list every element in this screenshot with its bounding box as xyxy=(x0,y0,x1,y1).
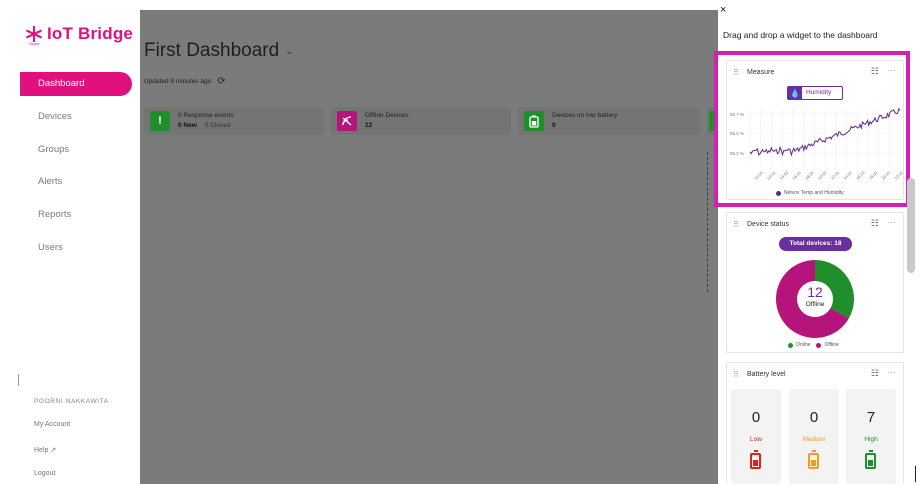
battery-high-tile: 7 High xyxy=(846,389,896,484)
battery-medium-tile: 0 Medium xyxy=(789,389,839,484)
sidebar-item-users[interactable]: Users xyxy=(20,236,132,260)
my-account-link[interactable]: My Account xyxy=(34,421,70,428)
legend-swatch-offline xyxy=(816,342,822,348)
summary-card-battery[interactable]: Devices on low battery 0 xyxy=(518,107,700,135)
logout-link[interactable]: Logout xyxy=(34,470,55,477)
card-label: Devices on low battery xyxy=(552,112,618,119)
dashboard-main-overlay: First Dashboard ⌄ Updated 9 minutes ago … xyxy=(140,10,718,484)
battery-high-label: High xyxy=(864,436,878,443)
donut-center-label: Offline xyxy=(805,301,825,308)
settings-sliders-icon[interactable]: ☷ xyxy=(871,218,879,229)
sidebar-item-devices[interactable]: Devices xyxy=(20,105,132,129)
alert-icon: ! xyxy=(150,111,170,131)
legend-online: Online xyxy=(796,342,811,348)
drag-handle-icon[interactable]: ⠿ xyxy=(733,370,739,379)
battery-low-tile: 0 Low xyxy=(731,389,781,484)
donut-legend: Online Offline xyxy=(788,342,839,348)
battery-medium-count: 0 xyxy=(809,409,819,426)
sidebar-item-dashboard[interactable]: Dashboard xyxy=(20,72,132,96)
card-label: Offline Devices xyxy=(365,112,409,119)
widget-title: Device status xyxy=(747,221,790,228)
battery-medium-icon xyxy=(808,450,819,469)
text-cursor xyxy=(915,466,916,482)
summary-card-response[interactable]: ! 0 Response events 0 New 0 Closed xyxy=(144,107,324,135)
panel-scrollbar[interactable] xyxy=(907,178,915,273)
sidebar-item-groups[interactable]: Groups xyxy=(20,138,132,162)
page-title[interactable]: First Dashboard ⌄ xyxy=(144,40,294,62)
spark-star-icon xyxy=(26,26,42,42)
battery-medium-label: Medium xyxy=(802,436,826,443)
card-value: 12 xyxy=(365,122,373,129)
card-label: 0 Response events xyxy=(178,112,234,119)
divider xyxy=(18,374,19,386)
summary-card-offline[interactable]: Offline Devices 12 xyxy=(331,107,511,135)
help-link[interactable]: Help ↗ xyxy=(34,446,56,454)
updated-status: Updated 9 minutes ago ⟳ xyxy=(144,76,226,87)
updated-text: Updated 9 minutes ago xyxy=(144,78,212,85)
more-options-icon[interactable]: ··· xyxy=(887,367,896,377)
battery-low-label: Low xyxy=(750,436,762,443)
selection-highlight xyxy=(714,51,910,207)
close-icon[interactable]: × xyxy=(720,4,726,16)
donut-center-value: 12 xyxy=(807,284,823,300)
total-devices-badge: Total devices: 18 xyxy=(779,237,852,251)
brand-logo[interactable]: IoT Bridge xyxy=(26,24,133,44)
drop-zone-edge xyxy=(707,152,708,292)
battery-low-count: 0 xyxy=(751,409,761,426)
drag-handle-icon[interactable]: ⠿ xyxy=(733,220,739,229)
chevron-down-icon: ⌄ xyxy=(285,45,294,57)
legend-offline: Offline xyxy=(824,342,839,348)
sidebar-item-reports[interactable]: Reports xyxy=(20,203,132,227)
battery-high-count: 7 xyxy=(866,409,876,426)
settings-sliders-icon[interactable]: ☷ xyxy=(871,368,879,379)
legend-swatch-online xyxy=(788,342,793,348)
wifi-off-icon xyxy=(337,111,357,131)
dashboard-title: First Dashboard xyxy=(144,40,280,61)
battery-icon xyxy=(524,111,544,131)
card-value: 0 New 0 Closed xyxy=(178,122,231,129)
user-name: POORNI NAKKAWITA xyxy=(34,398,109,405)
card-extra: 0 Closed xyxy=(204,122,231,129)
brand-sub: Spark xyxy=(29,41,40,46)
card-value: 0 xyxy=(552,122,556,129)
brand-name: IoT Bridge xyxy=(47,24,134,43)
refresh-icon[interactable]: ⟳ xyxy=(217,76,225,87)
more-options-icon[interactable]: ··· xyxy=(887,217,896,227)
panel-title: Drag and drop a widget to the dashboard xyxy=(723,30,878,40)
sidebar-nav: Dashboard Devices Groups Alerts Reports … xyxy=(20,72,132,269)
sidebar-item-alerts[interactable]: Alerts xyxy=(20,170,132,194)
widget-title: Battery level xyxy=(747,371,786,378)
battery-high-icon xyxy=(865,450,876,469)
sidebar: IoT Bridge Spark Dashboard Devices Group… xyxy=(0,0,140,484)
battery-low-icon xyxy=(750,450,761,469)
